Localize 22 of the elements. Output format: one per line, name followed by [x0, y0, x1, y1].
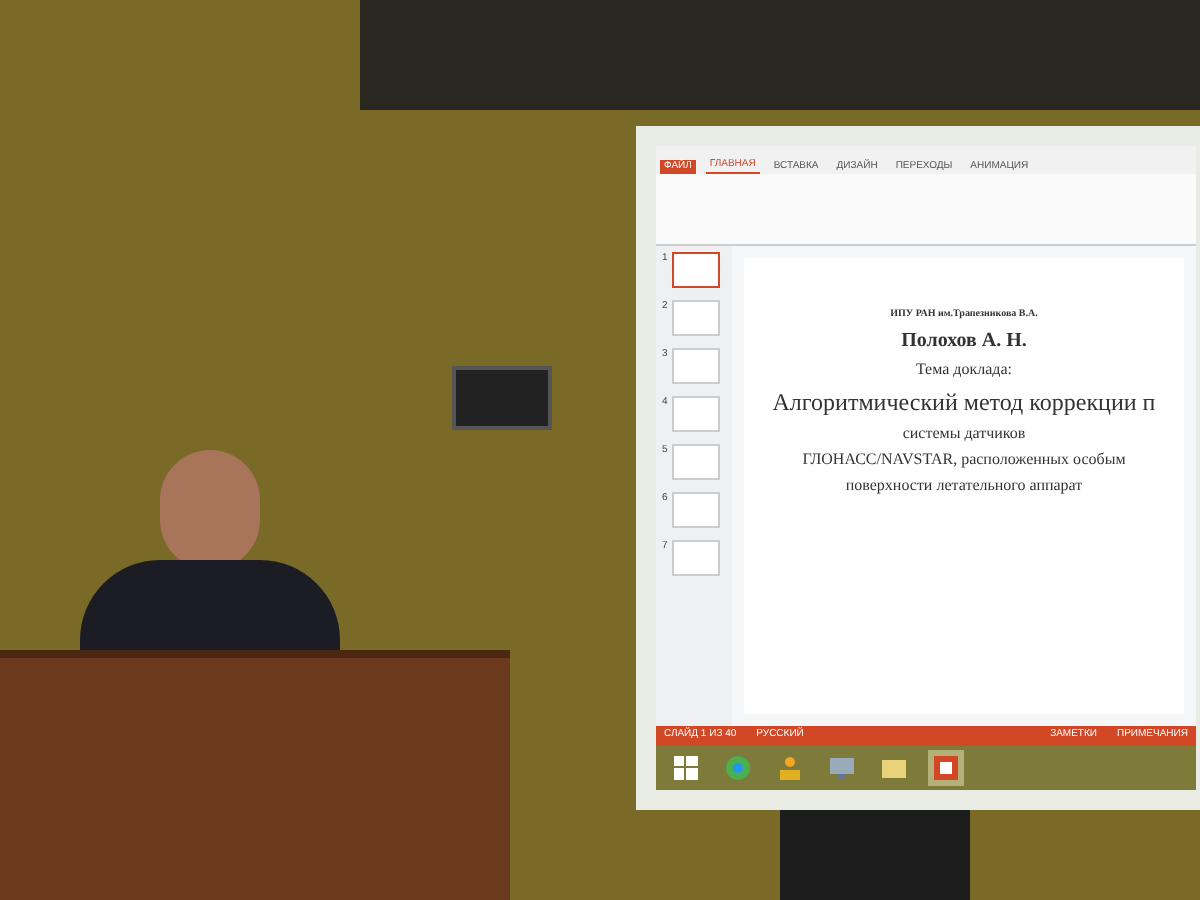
- slide-thumbnail[interactable]: [671, 540, 720, 576]
- slide-text: Тема доклада:: [915, 357, 1013, 381]
- slide-text: ГЛОНАСС/NAVSTAR, расположенных особым: [802, 447, 1126, 471]
- presentation-icon[interactable]: [934, 756, 958, 780]
- slide-thumbnail[interactable]: [671, 348, 720, 384]
- slide-text: поверхности летательного аппарат: [845, 473, 1083, 497]
- slide-text: Алгоритмический метод коррекции п: [772, 385, 1156, 419]
- taskbar-item[interactable]: [668, 750, 704, 786]
- taskbar-item[interactable]: [928, 750, 964, 786]
- windows-icon[interactable]: [674, 756, 698, 780]
- wall-display: [452, 366, 552, 430]
- slide-thumbnail[interactable]: [671, 300, 720, 336]
- person-icon[interactable]: [778, 756, 802, 780]
- slide-thumbnail[interactable]: [671, 252, 720, 288]
- slide-thumbnail[interactable]: [671, 492, 720, 528]
- monitor-icon[interactable]: [830, 756, 854, 780]
- slide-text: системы датчиков: [902, 421, 1026, 445]
- slide-text: Полохов А. Н.: [901, 327, 1027, 355]
- folder-icon[interactable]: [882, 756, 906, 780]
- browser-icon[interactable]: [726, 756, 750, 780]
- slide-thumbnail[interactable]: [671, 396, 720, 432]
- slide-thumbnail[interactable]: [671, 444, 720, 480]
